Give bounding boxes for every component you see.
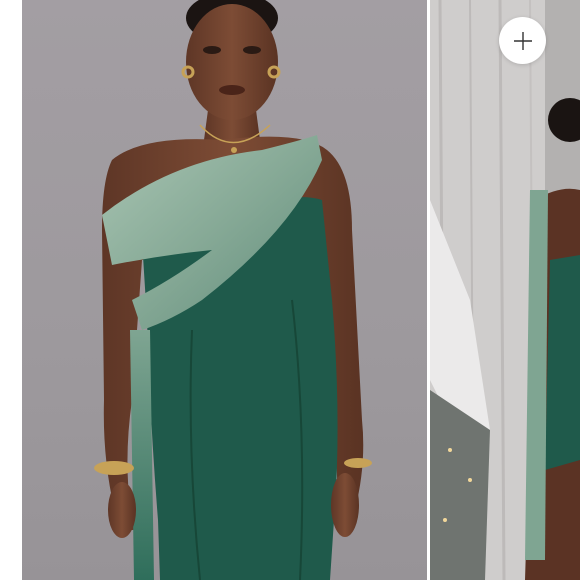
plus-icon — [513, 31, 532, 50]
gallery-slide-main[interactable] — [22, 0, 427, 580]
model-photo — [94, 0, 372, 580]
model-photo-secondary — [430, 0, 580, 580]
product-image-gallery[interactable] — [0, 0, 580, 580]
expand-image-button[interactable] — [499, 17, 546, 64]
gallery-edge — [0, 0, 22, 580]
gallery-slide-next[interactable] — [430, 0, 580, 580]
